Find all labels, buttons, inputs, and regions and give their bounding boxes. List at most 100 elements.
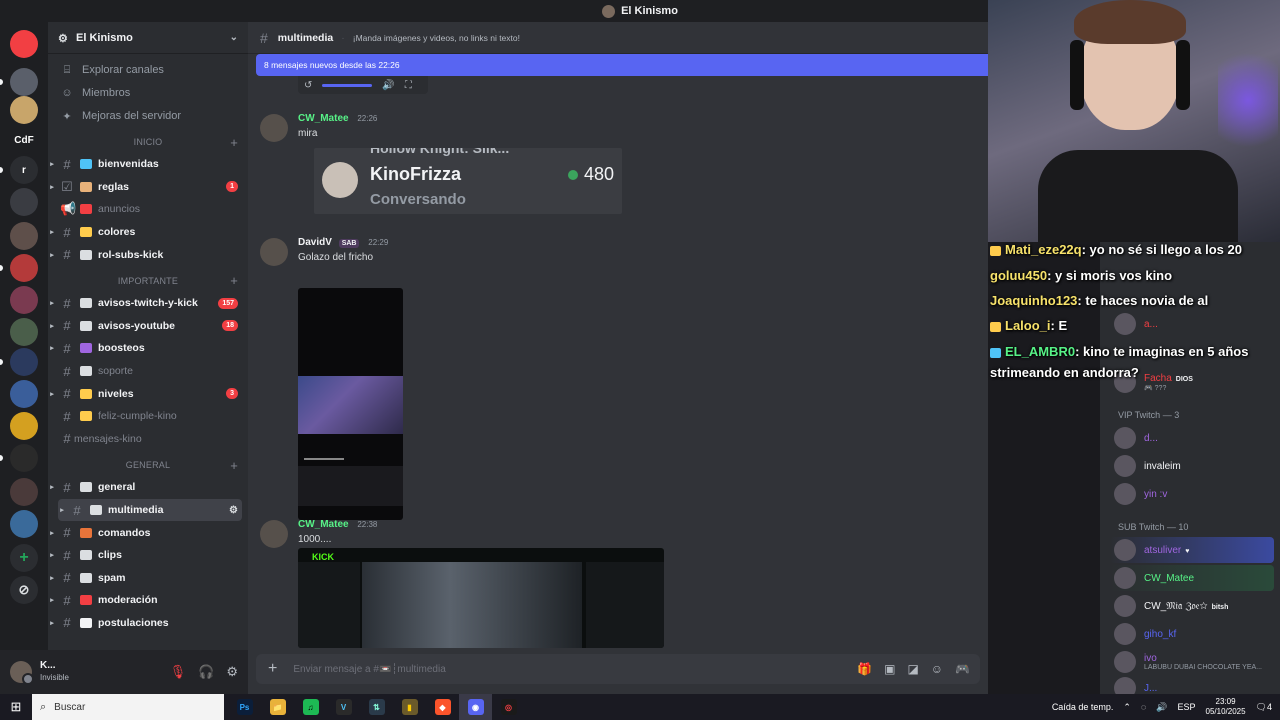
windows-start-icon[interactable]: ⊞ xyxy=(0,699,32,715)
add-channel-icon[interactable]: + xyxy=(230,273,238,288)
avatar[interactable] xyxy=(260,520,288,548)
server-icon[interactable] xyxy=(10,286,38,314)
clock[interactable]: 23:09 05/10/2025 xyxy=(1206,697,1246,717)
replay-icon[interactable]: ↺ xyxy=(304,80,312,91)
taskbar-app-icon[interactable]: ◉ xyxy=(459,694,492,720)
taskbar-app-icon[interactable]: V xyxy=(327,694,360,720)
message-author[interactable]: CW_Matee xyxy=(298,113,349,124)
notification-icon[interactable]: 🗨4 xyxy=(1256,702,1272,713)
server-icon[interactable] xyxy=(10,412,38,440)
fullscreen-icon[interactable]: ⛶ xyxy=(405,80,412,91)
server-icon[interactable] xyxy=(10,188,38,216)
sidebar-nav-item[interactable]: ☺ Miembros xyxy=(54,82,242,104)
add-channel-icon[interactable]: + xyxy=(230,135,238,150)
channel-niveles[interactable]: ▸ # niveles 3 xyxy=(48,382,242,405)
add-server-button[interactable]: + xyxy=(10,544,38,572)
avatar[interactable] xyxy=(260,114,288,142)
server-icon[interactable] xyxy=(10,444,38,472)
server-icon[interactable] xyxy=(10,348,38,376)
member-row[interactable]: CW_Matee xyxy=(1114,566,1194,590)
message-author[interactable]: DavidV xyxy=(298,237,332,248)
taskbar-app-icon[interactable]: ▮ xyxy=(393,694,426,720)
category-header[interactable]: INICIO + xyxy=(48,131,248,153)
channel-spam[interactable]: ▸ # spam xyxy=(48,567,242,590)
message-author[interactable]: CW_Matee xyxy=(298,519,349,530)
taskbar-app-icon[interactable]: ◆ xyxy=(426,694,459,720)
add-attachment-icon[interactable]: + xyxy=(268,660,277,678)
gift-icon[interactable]: 🎁 xyxy=(857,662,872,676)
member-row[interactable]: giho_kf xyxy=(1114,622,1176,646)
message-input[interactable]: + Enviar mensaje a #📼┆multimedia 🎁 ▣ ◪ ☺… xyxy=(256,654,980,684)
channel-avisos-youtube[interactable]: ▸ # avisos-youtube 18 xyxy=(48,315,242,338)
server-icon[interactable]: CdF xyxy=(10,126,38,154)
avatar[interactable] xyxy=(10,661,34,685)
member-row[interactable]: d... xyxy=(1114,426,1158,450)
weather-status[interactable]: Caída de temp. xyxy=(1052,702,1114,712)
channel-anuncios[interactable]: 📢 anuncios xyxy=(48,198,242,221)
sidebar-nav-item[interactable]: ✦ Mejoras del servidor xyxy=(54,105,242,127)
channel-colores[interactable]: ▸ # colores xyxy=(48,221,242,244)
avatar[interactable] xyxy=(260,238,288,266)
server-icon[interactable] xyxy=(10,318,38,346)
channel-feliz-cumple-kino[interactable]: # feliz-cumple-kino xyxy=(48,405,242,428)
new-messages-bar[interactable]: 8 mensajes nuevos desde las 22:26 xyxy=(256,54,988,76)
server-icon[interactable] xyxy=(10,30,38,58)
member-row[interactable]: ivo LABUBU DUBAI CHOCOLATE YEA... xyxy=(1114,650,1262,674)
image-attachment[interactable]: KICK xyxy=(298,548,664,648)
user-info[interactable]: K... Invisible xyxy=(40,660,69,684)
channel-reglas[interactable]: ▸ ☑ reglas 1 xyxy=(48,176,242,199)
gear-icon[interactable]: ⚙ xyxy=(226,664,238,680)
server-icon[interactable] xyxy=(10,380,38,408)
channel-general[interactable]: ▸ # general xyxy=(48,476,242,499)
server-icon[interactable]: r xyxy=(10,156,38,184)
language-indicator[interactable]: ESP xyxy=(1177,702,1195,712)
volume-icon[interactable]: 🔊 xyxy=(1156,702,1167,713)
headphones-muted-icon[interactable]: 🎧 xyxy=(198,664,214,680)
volume-icon[interactable]: 🔊 xyxy=(382,80,394,91)
member-row[interactable]: J... xyxy=(1114,676,1157,694)
channel-soporte[interactable]: # soporte xyxy=(48,360,242,383)
channel-settings-icon[interactable]: ⚙ xyxy=(229,505,238,516)
channel-avisos-twitch-y-kick[interactable]: ▸ # avisos-twitch-y-kick 157 xyxy=(48,292,242,315)
sticker-icon[interactable]: ◪ xyxy=(907,662,918,676)
guild-header[interactable]: ⚙ El Kinismo ⌄ xyxy=(48,22,248,54)
taskbar-app-icon[interactable]: ◎ xyxy=(492,694,525,720)
server-icon[interactable] xyxy=(10,478,38,506)
channel-rol-subs-kick[interactable]: ▸ # rol-subs-kick xyxy=(48,243,242,266)
taskbar-app-icon[interactable]: ⇅ xyxy=(360,694,393,720)
channel-multimedia[interactable]: ▸ # multimedia ⚙ xyxy=(58,498,242,522)
channel-bienvenidas[interactable]: ▸ # bienvenidas xyxy=(48,153,242,176)
server-icon[interactable] xyxy=(10,510,38,538)
category-header[interactable]: GENERAL + xyxy=(48,454,248,476)
apps-icon[interactable]: 🎮 xyxy=(955,662,970,676)
taskbar-app-icon[interactable]: Ps xyxy=(228,694,261,720)
chevron-up-icon[interactable]: ⌃ xyxy=(1123,702,1131,713)
channel-clips[interactable]: ▸ # clips xyxy=(48,544,242,567)
channel-boosteos[interactable]: ▸ # boosteos xyxy=(48,337,242,360)
mic-muted-icon[interactable]: 🎙 xyxy=(170,664,187,680)
sidebar-nav-item[interactable]: ⌸ Explorar canales xyxy=(54,59,242,81)
taskbar-app-icon[interactable]: 📁 xyxy=(261,694,294,720)
channel-postulaciones[interactable]: ▸ # postulaciones xyxy=(48,612,242,635)
gif-icon[interactable]: ▣ xyxy=(884,662,895,676)
member-row[interactable]: atsuliver ♥ xyxy=(1114,538,1189,562)
volume-slider[interactable] xyxy=(322,83,373,87)
server-icon[interactable] xyxy=(10,222,38,250)
taskbar-search[interactable]: ⌕ Buscar xyxy=(32,694,224,720)
video-attachment[interactable] xyxy=(298,288,403,520)
emoji-icon[interactable]: ☺ xyxy=(931,662,943,676)
server-icon[interactable] xyxy=(10,68,38,96)
network-icon[interactable]: ◌ xyxy=(1141,702,1146,712)
stream-embed-card[interactable]: Hollow Knight: Silk... KinoFrizza Conver… xyxy=(314,148,622,214)
discover-button[interactable]: ⊘ xyxy=(10,576,38,604)
taskbar-app-icon[interactable]: ♫ xyxy=(294,694,327,720)
channel-mensajes-kino[interactable]: # mensajes-kino xyxy=(48,428,242,451)
member-row[interactable]: yin :v xyxy=(1114,482,1167,506)
channel-moderación[interactable]: ▸ # moderación xyxy=(48,589,242,612)
server-icon[interactable] xyxy=(10,96,38,124)
member-row[interactable]: invaleim xyxy=(1114,454,1181,478)
category-header[interactable]: IMPORTANTE + xyxy=(48,270,248,292)
member-row[interactable]: CW_𝔐𝔦𝔞 ℨ𝔬𝔢☆ bitsh xyxy=(1114,594,1228,618)
add-channel-icon[interactable]: + xyxy=(230,458,238,473)
channel-comandos[interactable]: ▸ # comandos xyxy=(48,521,242,544)
